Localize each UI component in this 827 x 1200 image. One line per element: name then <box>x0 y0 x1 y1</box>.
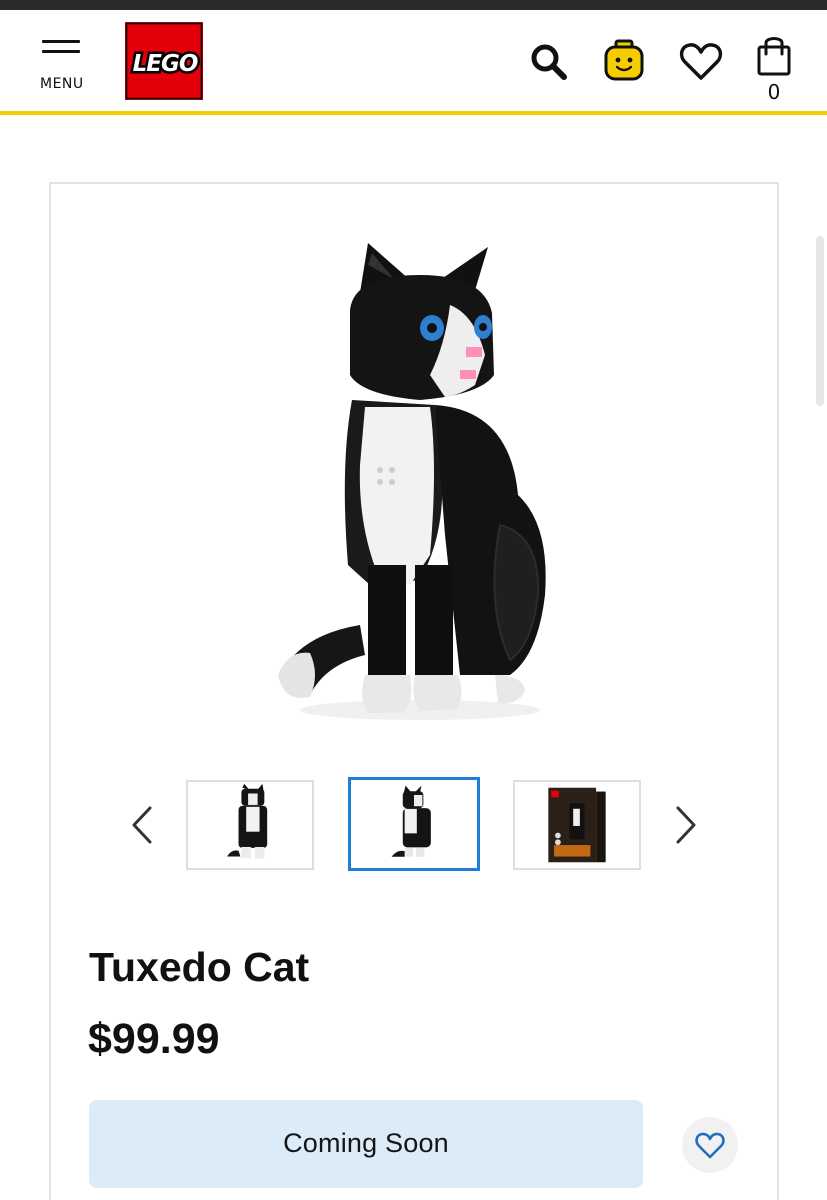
product-image[interactable] <box>270 235 560 725</box>
chevron-left-icon <box>132 806 152 844</box>
shopping-bag-icon <box>757 37 791 76</box>
bag-button[interactable]: 0 <box>752 34 796 106</box>
account-icon <box>604 39 644 81</box>
heart-icon <box>695 1132 725 1159</box>
gallery-next-button[interactable] <box>666 800 706 850</box>
bag-count: 0 <box>767 80 781 104</box>
gallery-prev-button[interactable] <box>122 800 162 850</box>
account-button[interactable] <box>601 38 647 84</box>
header-accent-line <box>0 111 827 115</box>
tuxedo-cat-model <box>278 243 546 720</box>
heart-icon <box>679 43 723 80</box>
cat-side-thumbnail <box>391 785 431 857</box>
product-title: Tuxedo Cat <box>89 944 310 990</box>
menu-label: MENU <box>40 76 84 92</box>
site-header: MENU LEGO 0 <box>0 10 827 111</box>
menu-icon <box>42 40 80 43</box>
thumbnail-cat-front[interactable] <box>186 780 314 870</box>
search-button[interactable] <box>527 40 571 84</box>
cat-front-thumbnail <box>227 783 268 859</box>
logo-text: LEGO <box>133 51 198 77</box>
chevron-right-icon <box>676 806 696 844</box>
menu-button[interactable]: MENU <box>38 30 86 94</box>
add-to-wishlist-button[interactable] <box>682 1117 738 1173</box>
thumbnail-cat-side[interactable] <box>348 777 480 871</box>
wishlist-button[interactable] <box>678 38 724 84</box>
status-bar <box>0 0 827 10</box>
search-icon <box>531 44 567 80</box>
coming-soon-button[interactable]: Coming Soon <box>89 1100 643 1188</box>
menu-icon-bar <box>42 50 80 53</box>
box-thumbnail <box>548 787 606 863</box>
lego-logo[interactable]: LEGO <box>125 22 203 100</box>
product-price: $99.99 <box>88 1015 220 1063</box>
thumbnail-box[interactable] <box>513 780 641 870</box>
scrollbar[interactable] <box>816 236 824 406</box>
